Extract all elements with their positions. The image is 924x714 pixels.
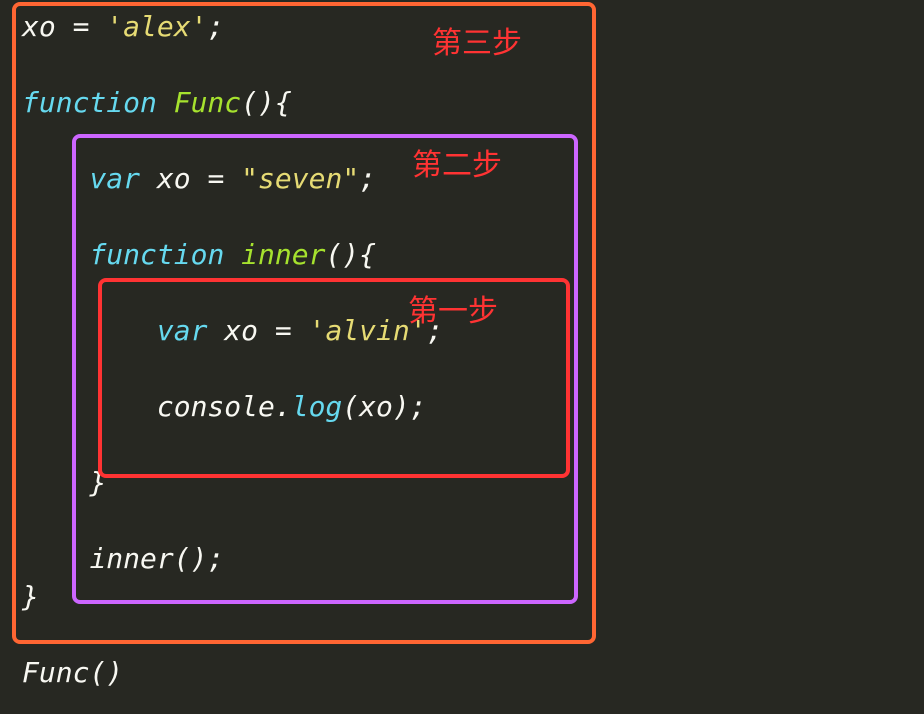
code-token: ;	[207, 10, 224, 43]
code-token: ();	[174, 542, 225, 575]
code-token: 'alex'	[106, 10, 207, 43]
code-token: ;	[359, 162, 376, 195]
code-token: var	[157, 314, 208, 347]
code-token: 'alvin'	[309, 314, 427, 347]
code-token: inner	[89, 542, 173, 575]
code-token: inner	[241, 238, 325, 271]
code-token: }	[89, 466, 106, 499]
code-token: ;	[427, 314, 444, 347]
code-token: (xo);	[342, 390, 426, 423]
code-token: Func	[174, 86, 241, 119]
code-token: }	[22, 580, 39, 613]
code-token: (){	[325, 238, 376, 271]
code-token: function	[89, 238, 224, 271]
code-token	[157, 86, 174, 119]
code-token: "seven"	[241, 162, 359, 195]
code-token: ()	[89, 656, 123, 689]
code-token: console.	[157, 390, 292, 423]
code-token: (){	[241, 86, 292, 119]
code-token: xo =	[140, 162, 241, 195]
code-token: function	[22, 86, 157, 119]
code-token: log	[292, 390, 343, 423]
code-token: xo =	[207, 314, 308, 347]
code-token: var	[89, 162, 140, 195]
code-block: xo = 'alex'; function Func(){ var xo = "…	[0, 0, 924, 692]
code-token	[224, 238, 241, 271]
code-token: Func	[22, 656, 89, 689]
code-token: =	[56, 10, 107, 43]
code-token: xo	[22, 10, 56, 43]
